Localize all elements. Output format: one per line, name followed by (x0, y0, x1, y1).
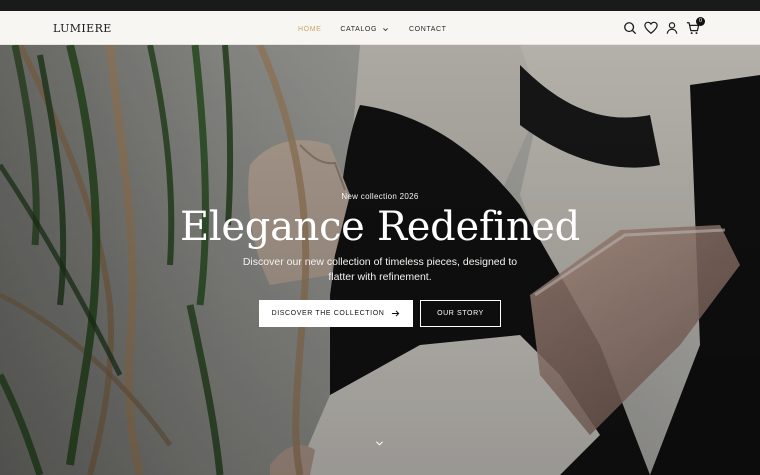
main-nav: HOME CATALOG CONTACT (298, 24, 447, 34)
chevron-down-icon (383, 27, 388, 31)
nav-item-catalog-label: CATALOG (340, 25, 378, 33)
nav-item-home[interactable]: HOME (298, 26, 321, 33)
hero-content: New collection 2026 Elegance Redefined D… (0, 192, 760, 327)
site-header: LUMIERE HOME CATALOG CONTACT 0 (0, 11, 760, 45)
nav-item-catalog[interactable]: CATALOG (340, 26, 389, 33)
logo[interactable]: LUMIERE (53, 22, 112, 35)
search-icon[interactable] (623, 21, 637, 35)
cart-icon[interactable]: 0 (686, 17, 705, 35)
user-icon[interactable] (665, 21, 679, 35)
hero-subtitle: Discover our new collection of timeless … (242, 256, 518, 283)
arrow-right-icon (392, 310, 400, 317)
header-icons: 0 (616, 17, 705, 36)
discover-collection-label: DISCOVER THE COLLECTION (271, 310, 385, 317)
our-story-label: OUR STORY (437, 310, 484, 317)
discover-collection-button[interactable]: DISCOVER THE COLLECTION (259, 300, 413, 327)
nav-item-contact[interactable]: CONTACT (409, 26, 447, 33)
top-strip (0, 0, 760, 11)
nav-item-home-label: HOME (298, 25, 322, 33)
hero-kicker: New collection 2026 (341, 192, 419, 201)
heart-icon[interactable] (644, 21, 658, 35)
hero-section: New collection 2026 Elegance Redefined D… (0, 45, 760, 475)
hero-headline: Elegance Redefined (180, 204, 580, 250)
cart-count-badge: 0 (696, 17, 705, 26)
hero-cta-group: DISCOVER THE COLLECTION OUR STORY (0, 300, 760, 327)
nav-item-contact-label: CONTACT (409, 25, 447, 33)
our-story-button[interactable]: OUR STORY (420, 300, 501, 327)
chevron-down-icon[interactable] (375, 440, 384, 447)
